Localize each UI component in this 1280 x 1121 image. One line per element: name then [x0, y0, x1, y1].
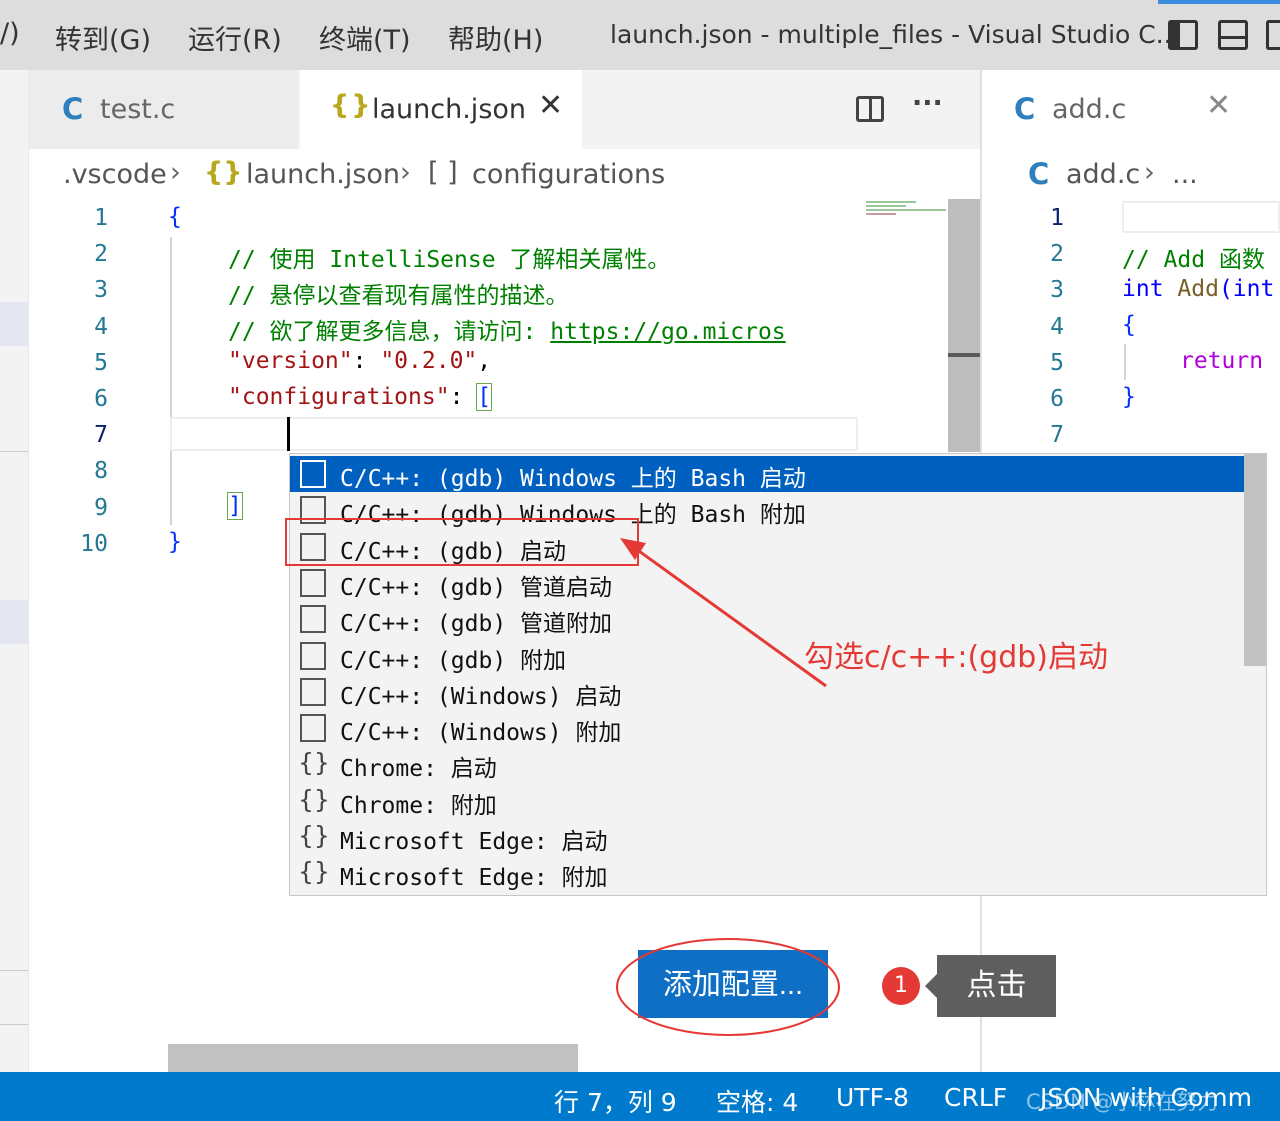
status-cursor-position[interactable]: 行 7，列 9: [554, 1083, 677, 1119]
annotation-text: 勾选c/c++:(gdb)启动: [804, 640, 1109, 675]
annotation-overlay: [285, 518, 840, 1036]
button-highlight-ellipse: [616, 938, 840, 1036]
status-bar: 行 7，列 9 空格: 4 UTF-8 CRLF JSON with Comm …: [0, 1072, 1280, 1121]
status-eol[interactable]: CRLF: [944, 1083, 1007, 1112]
highlight-box: [285, 518, 639, 566]
watermark: CSDN @小林在努力: [1026, 1090, 1219, 1114]
status-encoding[interactable]: UTF-8: [836, 1083, 909, 1112]
annotation-arrowhead: [620, 538, 646, 560]
status-indentation[interactable]: 空格: 4: [716, 1083, 798, 1119]
annotation-arrow-line: [631, 544, 827, 688]
